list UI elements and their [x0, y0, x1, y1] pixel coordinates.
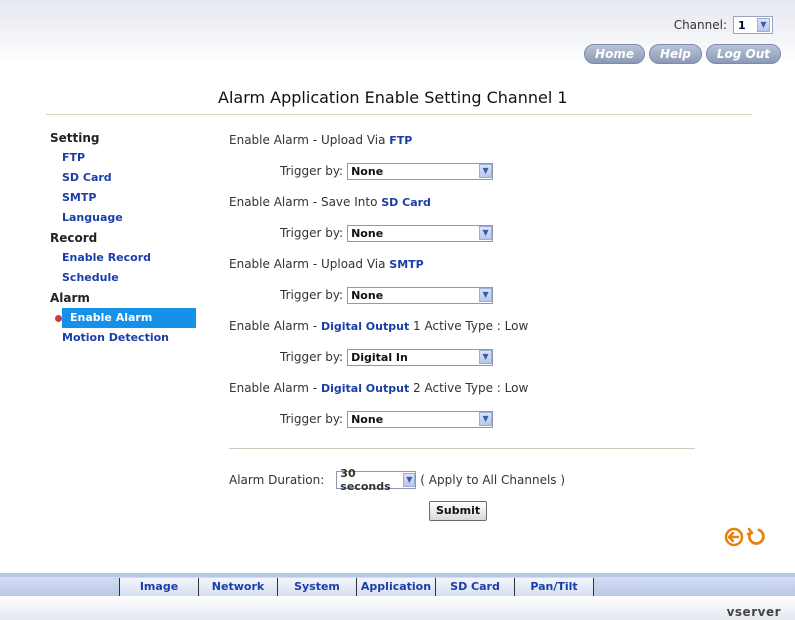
trigger-value: Digital In — [351, 350, 408, 364]
tab-application[interactable]: Application — [356, 578, 435, 596]
alarm-label-suffix: 1 Active Type : Low — [409, 319, 529, 333]
smtp-link[interactable]: SMTP — [389, 258, 423, 271]
trigger-value: None — [351, 226, 384, 240]
sidebar-heading-alarm: Alarm — [50, 291, 90, 305]
channel-select[interactable]: 1 ▼ — [733, 16, 773, 34]
alarm-form: Enable Alarm - Upload Via FTP Trigger by… — [229, 130, 699, 493]
sd-card-link[interactable]: SD Card — [381, 196, 431, 209]
sidebar-item-smtp[interactable]: SMTP — [50, 188, 210, 208]
alarm-label-text: Enable Alarm - Upload Via — [229, 133, 390, 147]
chevron-down-icon: ▼ — [479, 412, 493, 426]
tab-image[interactable]: Image — [119, 578, 198, 596]
sidebar: Setting FTP SD Card SMTP Language Record… — [50, 128, 210, 348]
trigger-label: Trigger by: — [280, 412, 344, 426]
chevron-down-icon: ▼ — [479, 226, 493, 240]
sidebar-item-enable-record[interactable]: Enable Record — [50, 248, 210, 268]
sidebar-item-language[interactable]: Language — [50, 208, 210, 228]
chevron-down-icon: ▼ — [757, 18, 770, 32]
trigger-row: Trigger by: None ▼ — [229, 398, 699, 440]
help-button[interactable]: Help — [648, 44, 702, 64]
duration-note: ( Apply to All Channels ) — [420, 473, 566, 487]
tab-network[interactable]: Network — [198, 578, 277, 596]
submit-button[interactable]: Submit — [429, 501, 488, 521]
sidebar-heading-setting: Setting — [50, 131, 100, 145]
digital-output-link[interactable]: Digital Output — [321, 382, 409, 395]
trigger-row: Trigger by: None ▼ — [229, 150, 699, 192]
back-arrow-icon[interactable] — [724, 527, 744, 547]
channel-value: 1 — [738, 18, 746, 32]
trigger-select-sd-card[interactable]: None ▼ — [347, 224, 494, 242]
bottom-nav: Image Network System Application SD Card… — [119, 578, 594, 596]
trigger-row: Trigger by: None ▼ — [229, 212, 699, 254]
trigger-value: None — [351, 288, 384, 302]
alarm-row-label: Enable Alarm - Upload Via SMTP — [229, 254, 699, 274]
duration-label: Alarm Duration: — [229, 473, 325, 487]
trigger-label: Trigger by: — [280, 350, 344, 364]
active-bullet-icon — [55, 315, 62, 322]
sidebar-item-schedule[interactable]: Schedule — [50, 268, 210, 288]
alarm-row-label: Enable Alarm - Digital Output 1 Active T… — [229, 316, 699, 336]
chevron-down-icon: ▼ — [479, 164, 493, 178]
trigger-row: Trigger by: None ▼ — [229, 274, 699, 316]
alarm-row-label: Enable Alarm - Digital Output 2 Active T… — [229, 378, 699, 398]
tab-sd-card[interactable]: SD Card — [435, 578, 514, 596]
trigger-label: Trigger by: — [280, 164, 344, 178]
duration-row: Alarm Duration: 30 seconds ▼ ( Apply to … — [229, 467, 699, 493]
trigger-select-smtp[interactable]: None ▼ — [347, 286, 494, 304]
home-button[interactable]: Home — [584, 44, 645, 64]
sidebar-item-enable-alarm[interactable]: Enable Alarm — [62, 308, 196, 328]
alarm-label-text: Enable Alarm - — [229, 381, 321, 395]
trigger-row: Trigger by: Digital In ▼ — [229, 336, 699, 378]
top-nav: Home Help Log Out — [584, 44, 781, 64]
trigger-value: None — [351, 412, 384, 426]
sidebar-item-ftp[interactable]: FTP — [50, 148, 210, 168]
duration-value: 30 seconds — [340, 467, 391, 493]
digital-output-link[interactable]: Digital Output — [321, 320, 409, 333]
trigger-value: None — [351, 164, 384, 178]
sidebar-heading-record: Record — [50, 231, 98, 245]
refresh-icon[interactable] — [746, 527, 766, 547]
page-title: Alarm Application Enable Setting Channel… — [218, 88, 568, 107]
nav-icons — [724, 527, 766, 547]
trigger-select-digital-output-2[interactable]: None ▼ — [347, 410, 494, 428]
trigger-label: Trigger by: — [280, 288, 344, 302]
trigger-select-digital-output-1[interactable]: Digital In ▼ — [347, 348, 494, 366]
chevron-down-icon: ▼ — [403, 473, 416, 487]
footer — [0, 596, 795, 620]
trigger-select-ftp[interactable]: None ▼ — [347, 162, 494, 180]
alarm-label-text: Enable Alarm - Upload Via — [229, 257, 390, 271]
alarm-row-label: Enable Alarm - Upload Via FTP — [229, 130, 699, 150]
trigger-label: Trigger by: — [280, 226, 344, 240]
sidebar-item-motion-detection[interactable]: Motion Detection — [50, 328, 210, 348]
channel-selector: Channel: 1 ▼ — [674, 16, 773, 34]
chevron-down-icon: ▼ — [479, 288, 493, 302]
alarm-label-text: Enable Alarm - — [229, 319, 321, 333]
tab-pan-tilt[interactable]: Pan/Tilt — [514, 578, 594, 596]
alarm-row-label: Enable Alarm - Save Into SD Card — [229, 192, 699, 212]
alarm-label-suffix: 2 Active Type : Low — [409, 381, 529, 395]
ftp-link[interactable]: FTP — [389, 134, 412, 147]
title-divider — [46, 114, 752, 115]
alarm-label-text: Enable Alarm - Save Into — [229, 195, 382, 209]
brand-logo: vserver — [726, 605, 781, 619]
form-divider — [229, 448, 695, 449]
logout-button[interactable]: Log Out — [705, 44, 781, 64]
sidebar-item-sd-card[interactable]: SD Card — [50, 168, 210, 188]
tab-system[interactable]: System — [277, 578, 356, 596]
chevron-down-icon: ▼ — [479, 350, 493, 364]
channel-label: Channel: — [673, 18, 727, 32]
duration-select[interactable]: 30 seconds ▼ — [336, 467, 417, 493]
